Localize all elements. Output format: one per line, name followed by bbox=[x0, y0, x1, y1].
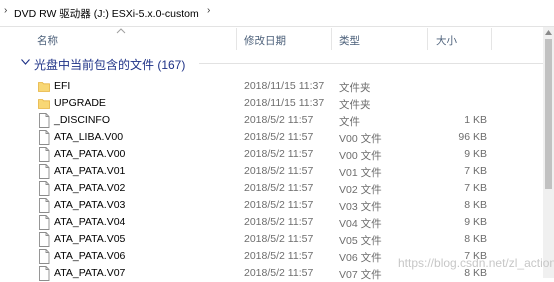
file-date: 2018/11/15 11:37 bbox=[244, 97, 325, 109]
breadcrumb: › DVD RW 驱动器 (J:) ESXi-5.x.0-custom › bbox=[0, 0, 554, 26]
file-name: _DISCINFO bbox=[54, 114, 111, 126]
column-header-date[interactable]: 修改日期 bbox=[244, 33, 286, 48]
file-row[interactable]: _DISCINFO 2018/5/2 11:57 文件 1 KB bbox=[0, 112, 554, 129]
file-type: 文件夹 bbox=[339, 82, 371, 94]
file-name: ATA_PATA.V01 bbox=[54, 165, 126, 177]
file-size: 9 KB bbox=[464, 216, 487, 228]
file-date: 2018/5/2 11:57 bbox=[244, 148, 314, 160]
file-name: EFI bbox=[54, 80, 71, 92]
column-header-name[interactable]: 名称 bbox=[37, 33, 58, 48]
file-type: 文件 bbox=[339, 116, 360, 128]
file-icon bbox=[39, 181, 50, 196]
file-date: 2018/11/15 11:37 bbox=[244, 80, 325, 92]
file-row[interactable]: EFI 2018/11/15 11:37 文件夹 bbox=[0, 78, 554, 95]
file-row[interactable]: ATA_PATA.V01 2018/5/2 11:57 V01 文件 7 KB bbox=[0, 163, 554, 180]
vertical-scrollbar[interactable] bbox=[543, 27, 554, 278]
file-date: 2018/5/2 11:57 bbox=[244, 250, 314, 262]
file-date: 2018/5/2 11:57 bbox=[244, 267, 314, 279]
file-size: 1 KB bbox=[464, 114, 487, 126]
file-date: 2018/5/2 11:57 bbox=[244, 182, 314, 194]
file-row[interactable]: ATA_LIBA.V00 2018/5/2 11:57 V00 文件 96 KB bbox=[0, 129, 554, 146]
group-label: 光盘中当前包含的文件 (167) bbox=[34, 58, 186, 72]
file-name: ATA_PATA.V06 bbox=[54, 250, 126, 262]
file-name: UPGRADE bbox=[54, 97, 106, 109]
file-name: ATA_PATA.V05 bbox=[54, 233, 126, 245]
file-icon bbox=[39, 113, 50, 128]
file-size: 9 KB bbox=[464, 148, 487, 160]
file-date: 2018/5/2 11:57 bbox=[244, 233, 314, 245]
file-size: 7 KB bbox=[464, 165, 487, 177]
group-header[interactable]: 光盘中当前包含的文件 (167) bbox=[0, 54, 554, 72]
file-type: V05 文件 bbox=[339, 235, 382, 247]
chevron-down-icon[interactable] bbox=[21, 59, 30, 65]
file-row[interactable]: UPGRADE 2018/11/15 11:37 文件夹 bbox=[0, 95, 554, 112]
file-date: 2018/5/2 11:57 bbox=[244, 114, 314, 126]
file-icon bbox=[39, 266, 50, 281]
group-divider-line bbox=[199, 63, 554, 64]
file-type: 文件夹 bbox=[339, 99, 371, 111]
file-size: 8 KB bbox=[464, 199, 487, 211]
file-date: 2018/5/2 11:57 bbox=[244, 199, 314, 211]
file-row[interactable]: ATA_PATA.V05 2018/5/2 11:57 V05 文件 8 KB bbox=[0, 231, 554, 248]
file-type: V07 文件 bbox=[339, 269, 382, 281]
file-row[interactable]: ATA_PATA.V02 2018/5/2 11:57 V02 文件 7 KB bbox=[0, 180, 554, 197]
file-row[interactable]: ATA_PATA.V04 2018/5/2 11:57 V04 文件 9 KB bbox=[0, 214, 554, 231]
scroll-up-arrow-icon[interactable] bbox=[545, 30, 552, 35]
file-type: V02 文件 bbox=[339, 184, 382, 196]
column-divider[interactable] bbox=[491, 28, 492, 50]
file-icon bbox=[39, 164, 50, 179]
file-date: 2018/5/2 11:57 bbox=[244, 165, 314, 177]
breadcrumb-chevron-icon[interactable]: › bbox=[207, 5, 210, 16]
folder-icon bbox=[38, 82, 50, 92]
file-icon bbox=[39, 198, 50, 213]
file-name: ATA_PATA.V00 bbox=[54, 148, 126, 160]
scrollbar-thumb[interactable] bbox=[545, 39, 552, 189]
file-row[interactable]: ATA_PATA.V03 2018/5/2 11:57 V03 文件 8 KB bbox=[0, 197, 554, 214]
file-icon bbox=[39, 130, 50, 145]
watermark: https://blog.csdn.net/zl_action bbox=[398, 256, 554, 270]
file-name: ATA_PATA.V04 bbox=[54, 216, 126, 228]
column-header-row: 名称 修改日期 类型 大小 bbox=[0, 27, 554, 51]
breadcrumb-segment-drive[interactable]: DVD RW 驱动器 (J:) ESXi-5.x.0-custom bbox=[14, 6, 199, 21]
folder-icon bbox=[38, 99, 50, 109]
file-type: V00 文件 bbox=[339, 133, 382, 145]
file-name: ATA_LIBA.V00 bbox=[54, 131, 124, 143]
file-type: V03 文件 bbox=[339, 201, 382, 213]
file-date: 2018/5/2 11:57 bbox=[244, 131, 314, 143]
file-type: V00 文件 bbox=[339, 150, 382, 162]
file-icon bbox=[39, 147, 50, 162]
column-header-size[interactable]: 大小 bbox=[436, 33, 457, 48]
file-type: V01 文件 bbox=[339, 167, 382, 179]
file-size: 7 KB bbox=[464, 182, 487, 194]
column-divider[interactable] bbox=[427, 28, 428, 50]
breadcrumb-chevron-icon[interactable]: › bbox=[4, 5, 7, 16]
file-icon bbox=[39, 232, 50, 247]
file-type: V04 文件 bbox=[339, 218, 382, 230]
column-divider[interactable] bbox=[331, 28, 332, 50]
file-size: 96 KB bbox=[458, 131, 487, 143]
column-divider[interactable] bbox=[236, 28, 237, 50]
file-name: ATA_PATA.V02 bbox=[54, 182, 126, 194]
file-icon bbox=[39, 249, 50, 264]
file-icon bbox=[39, 215, 50, 230]
file-type: V06 文件 bbox=[339, 252, 382, 264]
column-header-type[interactable]: 类型 bbox=[339, 33, 360, 48]
file-row[interactable]: ATA_PATA.V00 2018/5/2 11:57 V00 文件 9 KB bbox=[0, 146, 554, 163]
file-name: ATA_PATA.V07 bbox=[54, 267, 126, 279]
file-size: 8 KB bbox=[464, 233, 487, 245]
sort-chevron-up-icon bbox=[116, 28, 126, 34]
file-date: 2018/5/2 11:57 bbox=[244, 216, 314, 228]
file-name: ATA_PATA.V03 bbox=[54, 199, 126, 211]
